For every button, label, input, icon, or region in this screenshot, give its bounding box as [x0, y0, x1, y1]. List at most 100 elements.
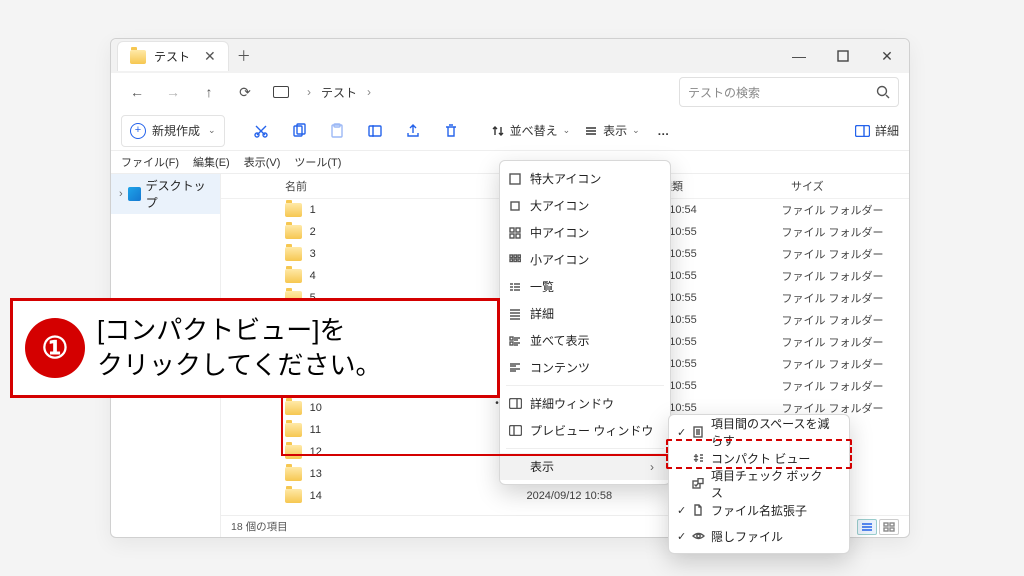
folder-icon: [285, 225, 302, 239]
menu-preview-pane[interactable]: プレビュー ウィンドウ: [500, 417, 670, 444]
menu-details[interactable]: •詳細: [500, 300, 670, 327]
folder-icon: [285, 489, 302, 503]
spacing-icon: [691, 426, 705, 438]
back-button[interactable]: ←: [121, 76, 153, 108]
tree-desktop-label: デスクトップ: [146, 177, 212, 211]
menu-large-icons[interactable]: 大アイコン: [500, 192, 670, 219]
cell-name: 3: [310, 248, 527, 260]
cell-date2: 12 10:54: [654, 204, 782, 216]
rename-button[interactable]: [359, 115, 391, 147]
check-icon: ✓: [677, 426, 689, 439]
view-details-toggle[interactable]: [857, 519, 877, 535]
view-toggle: [857, 519, 899, 535]
menu-small-icons[interactable]: 小アイコン: [500, 246, 670, 273]
up-button[interactable]: ↑: [193, 76, 225, 108]
details-pane-icon: [855, 125, 870, 137]
folder-icon: [285, 247, 302, 261]
step-number-badge: ①: [25, 318, 85, 378]
toolbar: + 新規作成 ⌄ 並べ替え ⌄ 表示 ⌄ … 詳細: [111, 111, 909, 151]
paste-button[interactable]: [321, 115, 353, 147]
folder-icon: [285, 467, 302, 481]
window-controls: — ✕: [777, 39, 909, 73]
menu-show[interactable]: 表示: [500, 453, 670, 480]
cell-type: ファイル フォルダー: [781, 334, 909, 350]
tab-row: テスト ✕ ＋ — ✕: [111, 39, 909, 73]
cell-date2: 12 10:55: [654, 270, 782, 282]
sort-button[interactable]: 並べ替え ⌄: [485, 115, 577, 147]
edit-group: [245, 115, 467, 147]
forward-button[interactable]: →: [157, 76, 189, 108]
details-icon: [508, 308, 522, 320]
cell-date1: 2024/09/12 10:58: [526, 490, 654, 502]
cell-date2: 12 10:55: [654, 336, 782, 348]
search-icon: [876, 85, 890, 99]
col-name[interactable]: 名前: [285, 178, 531, 194]
tiles-icon: [508, 335, 522, 347]
cell-date2: 12 10:55: [654, 380, 782, 392]
folder-icon: [285, 423, 302, 437]
chevron-down-icon: ⌄: [208, 125, 216, 136]
breadcrumb[interactable]: › テスト ›: [307, 84, 371, 101]
check-icon: ✓: [677, 504, 689, 517]
sort-label: 並べ替え: [510, 122, 558, 139]
tab-active[interactable]: テスト ✕: [117, 41, 229, 71]
nav-row: ← → ↑ ⟳ › テスト › テストの検索: [111, 73, 909, 111]
menu-list[interactable]: 一覧: [500, 273, 670, 300]
menu-view[interactable]: 表示(V): [244, 154, 281, 170]
submenu-decrease-space[interactable]: ✓項目間のスペースを減らす: [669, 419, 849, 445]
folder-icon: [285, 401, 302, 415]
maximize-button[interactable]: [821, 39, 865, 73]
view-thumbs-toggle[interactable]: [879, 519, 899, 535]
compact-icon: [691, 452, 705, 464]
view-dropdown-menu: 特大アイコン 大アイコン 中アイコン 小アイコン 一覧 •詳細 並べて表示 コン…: [499, 160, 671, 485]
cell-date2: 12 10:55: [654, 358, 782, 370]
path-this-pc-icon[interactable]: [265, 76, 297, 108]
list-icon: [508, 281, 522, 293]
details-pane-icon: [508, 398, 522, 409]
delete-button[interactable]: [435, 115, 467, 147]
menu-details-pane[interactable]: •詳細ウィンドウ: [500, 390, 670, 417]
menu-tiles[interactable]: 並べて表示: [500, 327, 670, 354]
menu-content[interactable]: コンテンツ: [500, 354, 670, 381]
file-icon: [691, 504, 705, 516]
menu-medium-icons[interactable]: 中アイコン: [500, 219, 670, 246]
cell-name: 11: [310, 424, 527, 436]
details-pane-button[interactable]: 詳細: [855, 122, 899, 139]
folder-icon: [130, 50, 146, 64]
menu-extra-large-icons[interactable]: 特大アイコン: [500, 165, 670, 192]
more-button[interactable]: …: [648, 115, 680, 147]
col-size[interactable]: サイズ: [791, 178, 851, 194]
breadcrumb-item[interactable]: テスト: [321, 84, 357, 101]
tab-title: テスト: [154, 48, 190, 65]
submenu-item-checkboxes[interactable]: 項目チェック ボックス: [669, 471, 849, 497]
new-button[interactable]: + 新規作成 ⌄: [121, 115, 225, 147]
col-type[interactable]: 種類: [661, 178, 791, 194]
cut-button[interactable]: [245, 115, 277, 147]
menu-edit[interactable]: 編集(E): [193, 154, 230, 170]
show-submenu: ✓項目間のスペースを減らす コンパクト ビュー 項目チェック ボックス ✓ファイ…: [668, 414, 850, 554]
menu-tools[interactable]: ツール(T): [294, 154, 341, 170]
md-icons-icon: [508, 227, 522, 239]
menu-file[interactable]: ファイル(F): [121, 154, 179, 170]
minimize-button[interactable]: —: [777, 39, 821, 73]
search-input[interactable]: テストの検索: [679, 77, 899, 107]
folder-icon: [285, 269, 302, 283]
tree-desktop[interactable]: › デスクトップ: [111, 174, 220, 214]
submenu-file-extensions[interactable]: ✓ファイル名拡張子: [669, 497, 849, 523]
new-tab-button[interactable]: ＋: [237, 46, 251, 66]
refresh-button[interactable]: ⟳: [229, 76, 261, 108]
cell-type: ファイル フォルダー: [781, 312, 909, 328]
cell-date2: 12 10:55: [654, 314, 782, 326]
view-button[interactable]: 表示 ⌄: [578, 115, 646, 147]
share-button[interactable]: [397, 115, 429, 147]
xl-icons-icon: [508, 173, 522, 185]
cell-type: ファイル フォルダー: [781, 290, 909, 306]
close-icon[interactable]: ✕: [204, 48, 216, 65]
submenu-hidden-files[interactable]: ✓隠しファイル: [669, 523, 849, 549]
sort-icon: [491, 124, 505, 138]
cell-type: ファイル フォルダー: [781, 356, 909, 372]
close-button[interactable]: ✕: [865, 39, 909, 73]
copy-button[interactable]: [283, 115, 315, 147]
check-icon: ✓: [677, 530, 689, 543]
plus-icon: +: [130, 123, 146, 139]
